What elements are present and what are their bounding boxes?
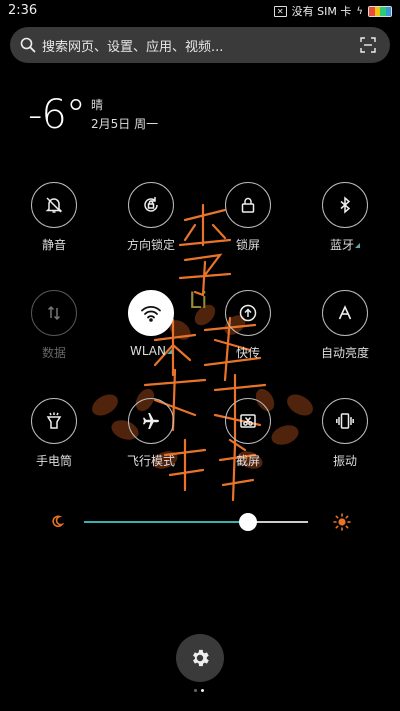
- toggle-airplane[interactable]: 飞行模式: [106, 398, 196, 469]
- toggle-label: 锁屏: [235, 238, 260, 252]
- toggle-quick-transfer[interactable]: 快传: [203, 290, 293, 361]
- flashlight-icon: [46, 412, 62, 429]
- toggle-screenshot[interactable]: 截屏: [203, 398, 293, 469]
- toggle-label: 手电筒: [35, 454, 72, 468]
- settings-button[interactable]: [176, 634, 224, 682]
- mobile-data-icon: [47, 305, 61, 321]
- brightness-slider-thumb[interactable]: [239, 513, 257, 531]
- search-bar[interactable]: 搜索网页、设置、应用、视频...: [10, 27, 390, 63]
- toggle-label: 蓝牙: [300, 236, 390, 253]
- quick-transfer-icon: [239, 304, 257, 322]
- toggle-bluetooth[interactable]: 蓝牙: [300, 182, 390, 253]
- weather-temperature: -6°: [28, 92, 86, 138]
- bluetooth-button[interactable]: [322, 182, 368, 228]
- battery-icon: [368, 5, 392, 17]
- silent-button[interactable]: [31, 182, 77, 228]
- lock-icon: [241, 197, 255, 213]
- bluetooth-icon: [340, 196, 351, 214]
- toggle-lock-screen[interactable]: 锁屏: [203, 182, 293, 253]
- auto-brightness-button[interactable]: [322, 290, 368, 336]
- toggle-label: WLAN: [106, 344, 196, 358]
- auto-brightness-icon: [338, 305, 352, 320]
- screenshot-icon: [240, 414, 256, 428]
- page-dot: [194, 689, 197, 692]
- moon-icon: [52, 515, 64, 528]
- weather-date: 2月5日 周一: [91, 117, 159, 131]
- page-indicator: [194, 689, 204, 692]
- toggle-silent[interactable]: 静音: [9, 182, 99, 253]
- rotation-lock-icon: [144, 197, 158, 212]
- status-time: 2:36: [8, 3, 38, 18]
- vibrate-button[interactable]: [322, 398, 368, 444]
- toggle-label: 数据: [41, 346, 66, 360]
- expand-indicator: [355, 243, 360, 248]
- vibrate-icon: [336, 413, 354, 429]
- airplane-button[interactable]: [128, 398, 174, 444]
- sun-icon: [333, 513, 351, 531]
- bell-off-icon: [45, 197, 63, 213]
- toggle-label: 飞行模式: [126, 454, 175, 468]
- charging-icon: ϟ: [356, 5, 363, 17]
- page-dot: [201, 689, 204, 692]
- search-icon: [20, 37, 36, 53]
- toggle-rotation-lock[interactable]: 方向锁定: [106, 182, 196, 253]
- status-icons: ✕ 没有 SIM 卡 ϟ: [273, 3, 392, 19]
- toggle-label: 快传: [235, 346, 260, 360]
- scan-icon[interactable]: [360, 37, 376, 53]
- wifi-icon: [141, 306, 161, 322]
- toggle-label: 静音: [41, 238, 66, 252]
- toggle-flashlight[interactable]: 手电筒: [9, 398, 99, 469]
- toggle-vibrate[interactable]: 振动: [300, 398, 390, 469]
- no-sim-icon: ✕: [273, 5, 287, 17]
- toggle-label: 方向锁定: [126, 238, 175, 252]
- lock-screen-button[interactable]: [225, 182, 271, 228]
- toggle-auto-brightness[interactable]: 自动亮度: [300, 290, 390, 361]
- gear-icon: [193, 649, 209, 667]
- toggle-label: 自动亮度: [320, 346, 369, 360]
- toggle-wlan[interactable]: WLAN: [106, 290, 196, 358]
- weather-condition: 晴: [91, 98, 104, 112]
- wlan-button[interactable]: [128, 290, 174, 336]
- toggle-label: 截屏: [235, 454, 260, 468]
- quick-transfer-button[interactable]: [225, 290, 271, 336]
- airplane-icon: [143, 413, 159, 429]
- toggle-label: 振动: [332, 454, 357, 468]
- flashlight-button[interactable]: [31, 398, 77, 444]
- brightness-fill: [84, 521, 248, 523]
- mobile-data-button[interactable]: [31, 290, 77, 336]
- toggle-mobile-data[interactable]: 数据: [9, 290, 99, 361]
- search-placeholder[interactable]: 搜索网页、设置、应用、视频...: [42, 36, 360, 55]
- screenshot-button[interactable]: [225, 398, 271, 444]
- expand-indicator: [167, 349, 172, 354]
- no-sim-text: 没有 SIM 卡: [291, 5, 352, 18]
- rotation-lock-button[interactable]: [128, 182, 174, 228]
